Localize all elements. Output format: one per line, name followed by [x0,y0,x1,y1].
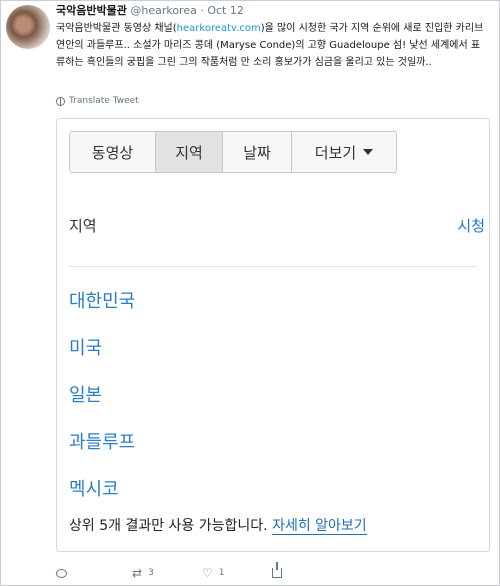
caret-down-icon [363,149,374,155]
card-footer: 상위 5개 결과만 사용 가능합니다. 자세히 알아보기 [69,515,367,535]
share-button[interactable] [272,562,282,578]
tab-video-label: 동영상 [91,143,134,162]
globe-icon [56,96,65,106]
region-item[interactable]: 미국 [69,323,135,370]
tweet-text-part1: 국악음반박물관 동영상 채널( [56,23,177,34]
tweet-text: 국악음반박물관 동영상 채널(hearkoreatv.com)을 많이 시청한 … [56,20,486,71]
tweet-link[interactable]: hearkoreatv.com [177,23,261,34]
footer-text: 상위 5개 결과만 사용 가능합니다. [69,518,268,534]
translate-tweet[interactable]: Translate Tweet [56,96,139,106]
separator: · [200,4,204,17]
divider [69,266,477,267]
region-item[interactable]: 멕시코 [69,464,135,511]
reply-icon [56,568,67,578]
retweet-button[interactable]: ⇄ 3 [132,566,202,580]
tab-more-label: 더보기 [314,143,357,162]
column-region: 지역 [69,217,97,235]
handle[interactable]: @hearkorea [130,4,197,17]
tab-region[interactable]: 지역 [156,132,223,172]
avatar[interactable] [6,5,50,49]
heart-icon: ♡ [202,566,213,580]
tab-bar: 동영상 지역 날짜 더보기 [69,131,397,173]
tab-date-label: 날짜 [243,143,271,162]
like-count: 1 [218,568,225,578]
column-views[interactable]: 시청 [457,215,485,236]
retweet-icon: ⇄ [132,566,143,580]
region-list: 대한민국 미국 일본 과들루프 멕시코 [69,276,135,511]
region-item[interactable]: 과들루프 [69,417,135,464]
share-icon [272,562,282,578]
embedded-card: 동영상 지역 날짜 더보기 지역 시청 대한민국 미국 일본 과들루프 멕시코 … [56,118,490,552]
region-item[interactable]: 대한민국 [69,276,135,323]
retweet-count: 3 [148,568,154,578]
tweet-date[interactable]: Oct 12 [207,4,244,17]
tab-more[interactable]: 더보기 [292,132,396,172]
learn-more-link[interactable]: 자세히 알아보기 [272,518,367,535]
tab-region-label: 지역 [175,143,203,162]
translate-label[interactable]: Translate Tweet [69,96,139,106]
region-item[interactable]: 일본 [69,370,135,417]
tweet-actions: ⇄ 3 ♡ 1 [56,562,282,580]
tab-video[interactable]: 동영상 [70,132,156,172]
reply-button[interactable] [56,568,132,578]
like-button[interactable]: ♡ 1 [202,566,272,580]
display-name[interactable]: 국악음반박물관 [56,4,127,17]
tweet-header: 국악음반박물관 @hearkorea · Oct 12 [56,4,244,18]
column-header: 지역 시청 [69,215,489,239]
tab-date[interactable]: 날짜 [223,132,292,172]
